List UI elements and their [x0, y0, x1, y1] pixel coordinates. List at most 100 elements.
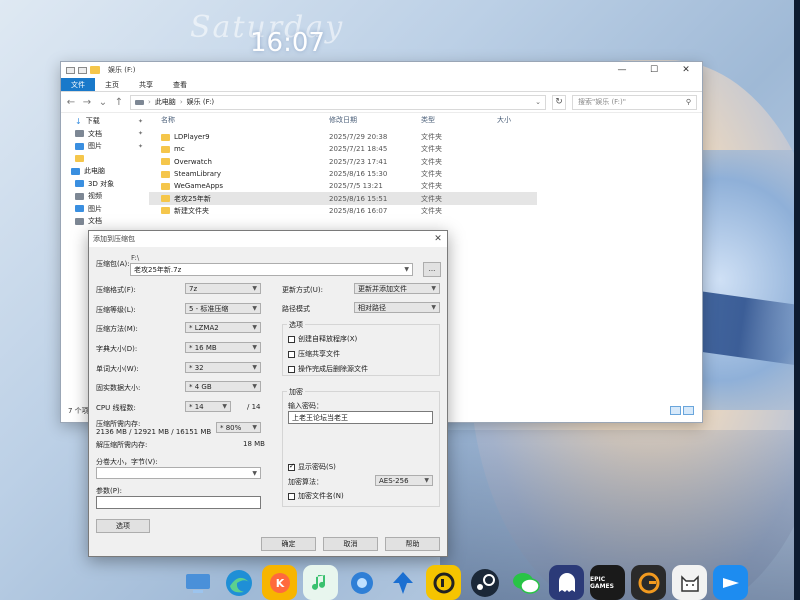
nav-documents-pc[interactable]: 文档: [61, 215, 149, 228]
new-folder-icon[interactable]: [90, 66, 100, 74]
update-label: 更新方式(U):: [282, 286, 323, 294]
chevron-down-icon: ▼: [252, 469, 257, 477]
nav-pictures-pc[interactable]: 图片: [61, 203, 149, 216]
explorer-titlebar[interactable]: 娱乐 (F:) — ☐ ✕: [61, 62, 702, 78]
nav-downloads[interactable]: ↓ 下载 ✦: [61, 115, 149, 128]
close-button[interactable]: ✕: [670, 62, 702, 78]
dict-label: 字典大小(D):: [96, 345, 138, 353]
level-label: 压缩等级(L):: [96, 306, 136, 314]
show-password-checkbox[interactable]: 显示密码(S): [288, 462, 336, 472]
nav-3d-objects[interactable]: 3D 对象: [61, 178, 149, 191]
this-pc-app-icon[interactable]: [180, 565, 215, 600]
encrypt-method-select[interactable]: AES-256 ▼: [375, 475, 433, 486]
threads-select[interactable]: * 14 ▼: [185, 401, 231, 412]
wechat-app-icon[interactable]: [508, 565, 543, 600]
delete-after-checkbox[interactable]: 操作完成后删除源文件: [288, 364, 368, 374]
ldplayer-app-icon[interactable]: [426, 565, 461, 600]
file-row[interactable]: LDPlayer9 2025/7/29 20:38 文件夹: [149, 131, 702, 143]
archive-name-combo[interactable]: 老攻25年新.7z ▼: [130, 263, 413, 276]
nav-videos[interactable]: 视频: [61, 190, 149, 203]
steam-app-icon[interactable]: [467, 565, 502, 600]
refresh-button[interactable]: ↻: [552, 94, 566, 110]
document-icon: [75, 217, 84, 225]
address-bar[interactable]: › 此电脑 › 娱乐 (F:) ⌄: [130, 94, 546, 110]
nav-documents[interactable]: 文档 ✦: [61, 128, 149, 141]
properties-icon[interactable]: [78, 66, 87, 74]
tab-file[interactable]: 文件: [61, 78, 95, 91]
nav-blank[interactable]: [61, 153, 149, 166]
mem-percent-select[interactable]: * 80% ▼: [216, 422, 261, 433]
cube-icon: [75, 180, 84, 188]
split-combo[interactable]: ▼: [96, 467, 261, 479]
chevron-down-icon: ▼: [424, 477, 429, 484]
tab-view[interactable]: 查看: [163, 78, 197, 91]
document-icon: [75, 130, 84, 138]
folder-icon: [161, 133, 170, 141]
tiles-view-icon[interactable]: [683, 406, 694, 415]
browse-button[interactable]: ...: [423, 262, 441, 277]
format-select[interactable]: 7z ▼: [185, 283, 261, 294]
back-icon[interactable]: ←: [66, 97, 76, 108]
shared-files-checkbox[interactable]: 压缩共享文件: [288, 349, 340, 359]
details-view-icon[interactable]: [670, 406, 681, 415]
nav-pictures[interactable]: 图片 ✦: [61, 140, 149, 153]
file-row[interactable]: SteamLibrary 2025/8/16 15:30 文件夹: [149, 168, 702, 180]
ghost-app-icon[interactable]: [549, 565, 584, 600]
file-row[interactable]: Overwatch 2025/7/23 17:41 文件夹: [149, 156, 702, 168]
search-icon: ⚲: [685, 98, 691, 106]
update-select[interactable]: 更新并添加文件 ▼: [354, 283, 440, 294]
maximize-button[interactable]: ☐: [638, 62, 670, 78]
search-input[interactable]: 搜索"娱乐 (F:)" ⚲: [572, 94, 697, 110]
folder-icon: [161, 182, 170, 190]
file-row[interactable]: mc 2025/7/21 18:45 文件夹: [149, 143, 702, 155]
add-to-archive-dialog: 添加到压缩包 ✕ 压缩包(A): F:\ 老攻25年新.7z ▼ ... 压缩格…: [88, 230, 448, 557]
file-row[interactable]: 新建文件夹 2025/8/16 16:07 文件夹: [149, 205, 702, 217]
epic-games-app-icon[interactable]: EPIC GAMES: [590, 565, 625, 600]
kugou-app-icon[interactable]: K: [262, 565, 297, 600]
column-headers: 名称 修改日期 类型 大小: [149, 113, 702, 127]
ok-button[interactable]: 确定: [261, 537, 316, 551]
column-date[interactable]: 修改日期: [329, 115, 421, 125]
column-name[interactable]: 名称: [161, 115, 329, 125]
nav-this-pc[interactable]: 此电脑: [61, 165, 149, 178]
tab-share[interactable]: 共享: [129, 78, 163, 91]
cancel-button[interactable]: 取消: [323, 537, 378, 551]
dict-select[interactable]: * 16 MB ▼: [185, 342, 261, 353]
tab-home[interactable]: 主页: [95, 78, 129, 91]
edge-app-icon[interactable]: [221, 565, 256, 600]
forward-icon[interactable]: →: [82, 97, 92, 108]
close-icon[interactable]: ✕: [429, 234, 447, 244]
options-button[interactable]: 选项: [96, 519, 150, 533]
encrypt-names-checkbox[interactable]: 加密文件名(N): [288, 491, 344, 501]
minimize-button[interactable]: —: [606, 62, 638, 78]
column-type[interactable]: 类型: [421, 115, 497, 125]
up-icon[interactable]: ↑: [114, 97, 124, 108]
feishu-app-icon[interactable]: [713, 565, 748, 600]
dialog-titlebar[interactable]: 添加到压缩包 ✕: [89, 231, 447, 247]
cat-app-icon[interactable]: [672, 565, 707, 600]
settings-app-icon[interactable]: [344, 565, 379, 600]
sfx-checkbox[interactable]: 创建自释放程序(X): [288, 334, 357, 344]
gaming-app-icon[interactable]: [631, 565, 666, 600]
breadcrumb-current[interactable]: 娱乐 (F:): [187, 97, 215, 107]
recent-chevron-icon[interactable]: ⌄: [98, 97, 108, 108]
method-select[interactable]: * LZMA2 ▼: [185, 322, 261, 333]
breadcrumb-root[interactable]: 此电脑: [155, 97, 176, 107]
word-select[interactable]: * 32 ▼: [185, 362, 261, 373]
search-placeholder: 搜索"娱乐 (F:)": [578, 98, 626, 106]
threads-total: / 14: [247, 403, 261, 411]
file-row[interactable]: WeGameApps 2025/7/5 13:21 文件夹: [149, 180, 702, 192]
column-size[interactable]: 大小: [497, 115, 547, 125]
word-label: 单词大小(W):: [96, 365, 139, 373]
solid-select[interactable]: * 4 GB ▼: [185, 381, 261, 392]
thunder-app-icon[interactable]: [385, 565, 420, 600]
path-select[interactable]: 相对路径 ▼: [354, 302, 440, 313]
file-row-selected[interactable]: 老攻25年新 2025/8/16 15:51 文件夹: [149, 192, 537, 205]
solid-label: 固实数据大小:: [96, 384, 141, 392]
params-input[interactable]: [96, 496, 261, 509]
music-app-icon[interactable]: [303, 565, 338, 600]
password-input[interactable]: 上老王论坛当老王: [288, 411, 433, 424]
level-select[interactable]: 5 - 标准压缩 ▼: [185, 303, 261, 314]
address-dropdown-icon[interactable]: ⌄: [535, 98, 541, 106]
help-button[interactable]: 帮助: [385, 537, 440, 551]
